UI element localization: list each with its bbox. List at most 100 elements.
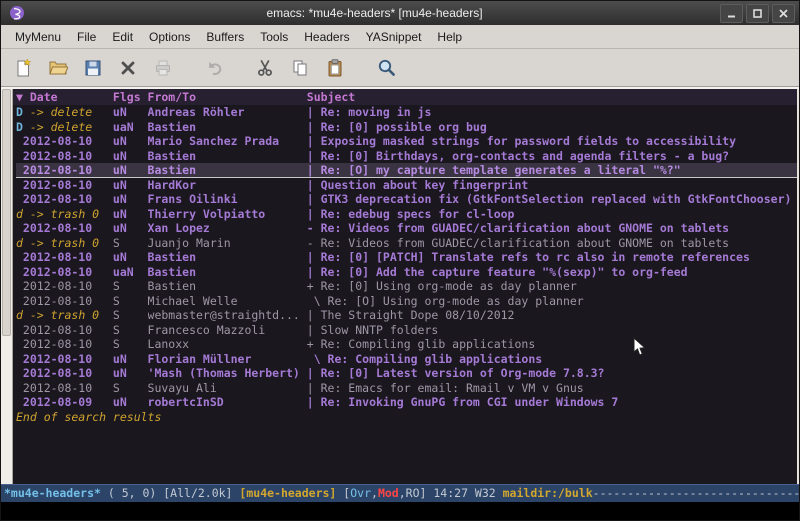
message-flags: S	[113, 236, 148, 251]
message-row[interactable]: 2012-08-10 uaN Bastien | Re: [0] Add the…	[16, 265, 797, 280]
message-row[interactable]: D -> delete uN Andreas Röhler | Re: movi…	[16, 105, 797, 120]
message-from: webmaster@straightd...	[148, 308, 307, 323]
date-text: 2012-08-10	[16, 352, 92, 366]
message-row[interactable]: 2012-08-10 uN Bastien | Re: [0] [PATCH] …	[16, 250, 797, 265]
print-buffer-button[interactable]	[149, 54, 177, 82]
menu-mymenu[interactable]: MyMenu	[7, 27, 69, 47]
close-x-icon	[118, 58, 138, 78]
header-line: ▼ Date Flgs From/To Subject	[13, 89, 797, 105]
modeline-modified-indicator[interactable]: Mod	[378, 486, 399, 500]
message-date: 2012-08-09	[16, 395, 113, 410]
new-file-button[interactable]	[9, 54, 37, 82]
message-from: Bastien	[148, 250, 307, 265]
message-from: Mario Sanchez Prada	[148, 134, 307, 149]
date-text: -> trash 0	[23, 236, 99, 250]
date-text: 2012-08-10	[16, 337, 92, 351]
message-date: 2012-08-10	[16, 134, 113, 149]
cut-button[interactable]	[251, 54, 279, 82]
message-row[interactable]: d -> trash 0 S Juanjo Marin - Re: Videos…	[16, 236, 797, 251]
message-row[interactable]: D -> delete uaN Bastien | Re: [0] possib…	[16, 120, 797, 135]
message-row[interactable]: 2012-08-10 S Francesco Mazzoli | Slow NN…	[16, 323, 797, 338]
column-header-subject[interactable]: Subject	[307, 89, 797, 105]
date-text: 2012-08-10	[16, 279, 92, 293]
message-row[interactable]: d -> trash 0 uN Thierry Volpiatto | Re: …	[16, 207, 797, 222]
message-row[interactable]: 2012-08-10 uN 'Mash (Thomas Herbert) | R…	[16, 366, 797, 381]
message-row[interactable]: 2012-08-09 uN robertcInSD | Re: Invoking…	[16, 395, 797, 410]
message-row[interactable]: 2012-08-10 S Bastien + Re: [0] Using org…	[16, 279, 797, 294]
open-file-button[interactable]	[44, 54, 72, 82]
document-icon	[13, 58, 33, 78]
message-row[interactable]: 2012-08-10 uN Xan Lopez - Re: Videos fro…	[16, 221, 797, 236]
message-row[interactable]: 2012-08-10 uN HardKor | Question about k…	[16, 178, 797, 193]
date-text: 2012-08-10	[16, 149, 92, 163]
save-buffer-button[interactable]	[79, 54, 107, 82]
message-flags: S	[113, 323, 148, 338]
message-row[interactable]: d -> trash 0 S webmaster@straightd... | …	[16, 308, 797, 323]
message-row[interactable]: 2012-08-10 uN Bastien | Re: [0] Birthday…	[16, 149, 797, 164]
menu-bar: MyMenu File Edit Options Buffers Tools H…	[1, 25, 799, 49]
message-subject: | Re: Emacs for email: Rmail v VM v Gnus	[307, 381, 797, 396]
echo-area[interactable]	[1, 502, 799, 520]
magnifier-icon	[376, 57, 397, 78]
message-row[interactable]: 2012-08-10 S Michael Welle \ Re: [O] Usi…	[16, 294, 797, 309]
tool-bar	[1, 49, 799, 87]
menu-options[interactable]: Options	[141, 27, 198, 47]
mark-char: d	[16, 207, 23, 221]
message-from: Bastien	[148, 120, 307, 135]
date-text: 2012-08-10	[16, 323, 92, 337]
date-text: 2012-08-10	[16, 163, 92, 177]
column-header-date[interactable]: ▼ Date	[16, 89, 113, 105]
minimize-icon[interactable]	[720, 4, 743, 23]
message-date: 2012-08-10	[16, 323, 113, 338]
menu-yasnippet[interactable]: YASnippet	[358, 27, 430, 47]
message-row[interactable]: 2012-08-10 uN Mario Sanchez Prada | Expo…	[16, 134, 797, 149]
message-row[interactable]: 2012-08-10 uN Florian Müllner \ Re: Comp…	[16, 352, 797, 367]
kill-buffer-button[interactable]	[114, 54, 142, 82]
message-subject: | Re: [O] my capture template generates …	[307, 163, 797, 177]
menu-file[interactable]: File	[69, 27, 104, 47]
date-text: 2012-08-10	[16, 366, 92, 380]
emacs-frame: ▼ Date Flgs From/To Subject D -> delete …	[1, 87, 799, 520]
message-row[interactable]: 2012-08-10 S Lanoxx + Re: Compiling glib…	[16, 337, 797, 352]
message-from: Florian Müllner	[148, 352, 307, 367]
undo-button[interactable]	[200, 54, 228, 82]
menu-tools[interactable]: Tools	[252, 27, 296, 47]
modeline-readonly-indicator[interactable]: RO	[406, 486, 420, 500]
search-button[interactable]	[372, 54, 400, 82]
menu-headers[interactable]: Headers	[296, 27, 357, 47]
date-text: 2012-08-10	[16, 192, 92, 206]
modeline-dashes: ----------------------------------------…	[593, 486, 799, 500]
date-text: 2012-08-10	[16, 178, 92, 192]
message-subject: + Re: Compiling glib applications	[307, 337, 797, 352]
menu-edit[interactable]: Edit	[104, 27, 141, 47]
column-header-flags[interactable]: Flgs	[113, 89, 148, 105]
modeline-major-mode[interactable]: [mu4e-headers]	[239, 486, 336, 500]
message-flags: uN	[113, 192, 148, 207]
message-row[interactable]: 2012-08-10 uN Frans Oilinki | GTK3 depre…	[16, 192, 797, 207]
message-from: Frans Oilinki	[148, 192, 307, 207]
message-from: Lanoxx	[148, 337, 307, 352]
message-subject: | GTK3 deprecation fix (GtkFontSelection…	[307, 192, 797, 207]
message-date: d -> trash 0	[16, 207, 113, 222]
copy-button[interactable]	[286, 54, 314, 82]
menu-help[interactable]: Help	[429, 27, 470, 47]
maximize-icon[interactable]	[746, 4, 769, 23]
message-subject: | Question about key fingerprint	[307, 178, 797, 193]
column-header-from[interactable]: From/To	[148, 89, 307, 105]
message-flags: S	[113, 337, 148, 352]
scrollbar[interactable]	[1, 89, 13, 484]
message-subject: \ Re: Compiling glib applications	[307, 352, 797, 367]
date-text: -> trash 0	[23, 308, 99, 322]
message-flags: uaN	[113, 120, 148, 135]
message-flags: S	[113, 308, 148, 323]
scrollbar-thumb[interactable]	[2, 89, 11, 336]
message-subject: | The Straight Dope 08/10/2012	[307, 308, 797, 323]
paste-button[interactable]	[321, 54, 349, 82]
message-date: D -> delete	[16, 105, 113, 120]
end-of-search-results: End of search results	[13, 410, 797, 425]
message-row[interactable]: 2012-08-10 S Suvayu Ali | Re: Emacs for …	[16, 381, 797, 396]
menu-buffers[interactable]: Buffers	[198, 27, 252, 47]
mark-char: D	[16, 120, 23, 134]
close-icon[interactable]	[772, 4, 795, 23]
message-row[interactable]: 2012-08-10 uN Bastien | Re: [O] my captu…	[16, 163, 797, 178]
